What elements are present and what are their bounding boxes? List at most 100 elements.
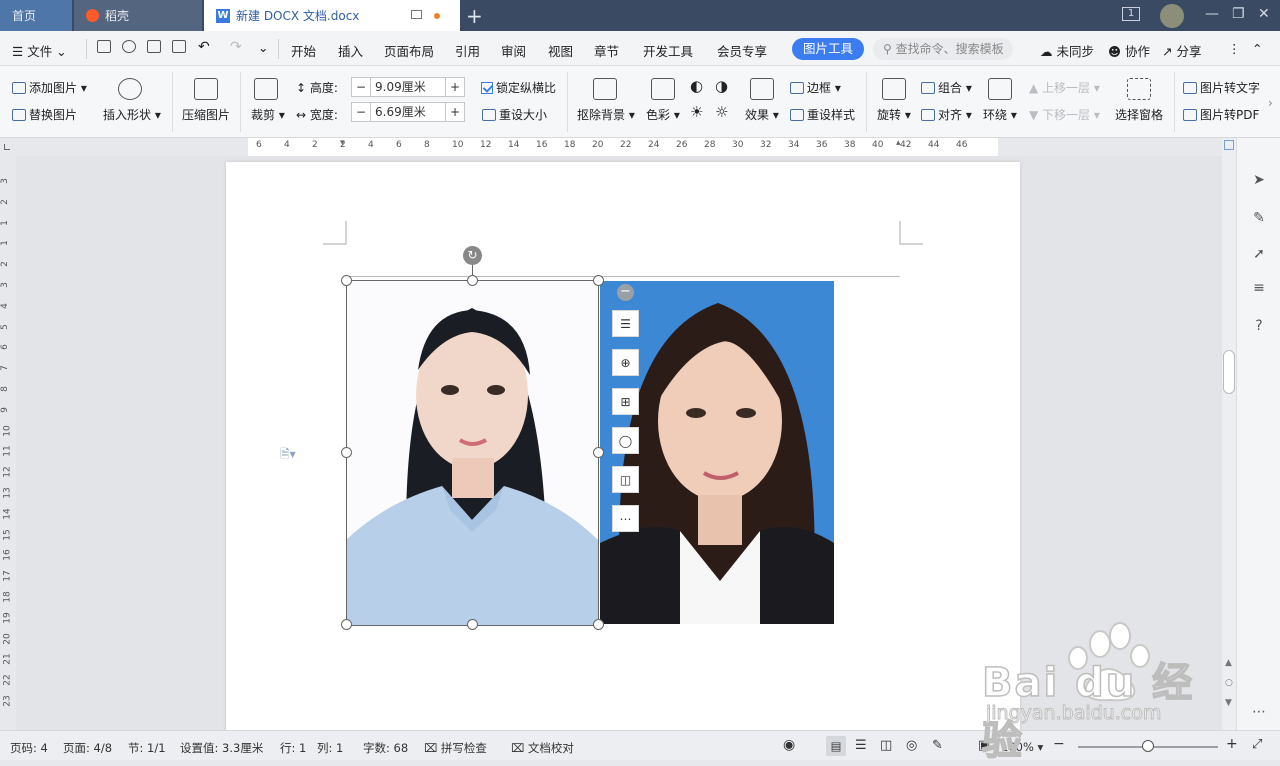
tab-document[interactable]: W 新建 DOCX 文档.docx [204, 0, 460, 31]
resize-handle-t[interactable] [467, 275, 478, 286]
status-section[interactable]: 节: 1/1 [128, 740, 166, 756]
compress-picture-button[interactable]: 压缩图片 [182, 106, 230, 123]
status-setting[interactable]: 设置值: 3.3厘米 [180, 740, 263, 756]
smart-suggest-icon[interactable]: ◯ [612, 427, 639, 454]
resize-handle-tr[interactable] [593, 275, 604, 286]
document-canvas[interactable]: 🗎▾ ↻ − ☰ ⊕ ⊞ ◯ ◫ ⋯ [16, 156, 1222, 730]
eye-protection-icon[interactable]: ◉ [783, 737, 795, 753]
indent-marker-icon[interactable]: ▾ [340, 138, 350, 156]
new-tab-icon[interactable]: + [466, 4, 483, 28]
replace-picture-button[interactable]: 替换图片 [12, 106, 77, 123]
menu-member[interactable]: 会员专享 [717, 41, 767, 60]
send-backward-button[interactable]: ▼ 下移一层 ▾ [1029, 106, 1100, 123]
rotate-button[interactable]: 旋转 ▾ [877, 106, 911, 123]
reset-size-button[interactable]: 重设大小 [482, 106, 547, 123]
width-decrease-button[interactable]: − [352, 105, 370, 119]
pic-to-text-button[interactable]: 图片转文字 [1183, 79, 1260, 96]
bring-forward-button[interactable]: ▲ 上移一层 ▾ [1029, 79, 1100, 96]
spell-check-button[interactable]: ⌧ 拼写检查 [424, 740, 487, 756]
customize-chevron-icon[interactable]: ⌄ [258, 40, 268, 55]
height-decrease-button[interactable]: − [352, 80, 370, 94]
width-input[interactable]: 6.69厘米 [370, 103, 446, 121]
sync-button[interactable]: ☁ 未同步 [1040, 41, 1094, 60]
horizontal-ruler[interactable]: 6 4 2 2 4 6 8 10 12 14 16 18 20 22 24 26 28 30 32 34 36 38 40 4… [0, 138, 1222, 156]
selection-pane-button[interactable]: 选择窗格 [1115, 106, 1163, 123]
tab-picture-tools[interactable]: 图片工具 [792, 38, 864, 60]
tab-daoke[interactable]: 稻壳 [74, 0, 202, 31]
status-page-code[interactable]: 页码: 4 [10, 740, 48, 756]
print-icon[interactable] [147, 40, 161, 53]
scroll-top-icon[interactable] [1224, 140, 1234, 150]
effects-button[interactable]: 效果 ▾ [745, 106, 779, 123]
page-view-icon[interactable]: ▤ [826, 736, 846, 756]
resize-handle-l[interactable] [341, 447, 352, 458]
minimize-icon[interactable]: — [1205, 6, 1219, 22]
pic-to-pdf-button[interactable]: 图片转PDF [1183, 106, 1259, 123]
web-view-icon[interactable]: ◎ [906, 738, 917, 753]
file-menu[interactable]: ☰ 文件 ⌄ [12, 41, 67, 60]
zoom-slider-thumb[interactable] [1142, 740, 1154, 752]
width-increase-button[interactable]: + [446, 105, 464, 119]
ribbon-scroll-right-icon[interactable]: › [1268, 96, 1273, 110]
color-button[interactable]: 色彩 ▾ [646, 106, 680, 123]
collab-button[interactable]: ☻ 协作 [1108, 41, 1150, 60]
resize-handle-br[interactable] [593, 619, 604, 630]
status-page[interactable]: 页面: 4/8 [63, 740, 112, 756]
crop-tool-icon[interactable]: ⊞ [612, 388, 639, 415]
status-words[interactable]: 字数: 68 [363, 740, 408, 756]
layout-options-icon[interactable]: ☰ [612, 310, 639, 337]
tab-stop-icon[interactable] [4, 144, 10, 150]
vertical-scrollbar[interactable]: ▲ ○ ▼ [1222, 138, 1236, 730]
menu-page-layout[interactable]: 页面布局 [384, 41, 434, 60]
decrease-contrast-icon[interactable]: ◑ [715, 77, 728, 95]
collapse-toolbar-icon[interactable]: − [617, 284, 634, 301]
menu-insert[interactable]: 插入 [338, 41, 363, 60]
scrollbar-thumb[interactable] [1223, 350, 1235, 394]
reset-style-button[interactable]: 重设样式 [790, 106, 855, 123]
format-painter-icon[interactable] [122, 40, 136, 53]
zoom-dropdown[interactable]: 100% ▾ [1001, 740, 1043, 754]
height-stepper[interactable]: −9.09厘米 + [351, 77, 465, 97]
more-icon[interactable]: ⋮ [1228, 41, 1241, 56]
width-stepper[interactable]: −6.69厘米 + [351, 102, 465, 122]
crop-button[interactable]: 裁剪 ▾ [251, 106, 285, 123]
insert-shape-button[interactable]: 插入形状 ▾ [103, 106, 161, 123]
help-icon[interactable]: ? [1251, 318, 1267, 334]
paragraph-options-icon[interactable]: 🗎▾ [280, 445, 296, 466]
height-increase-button[interactable]: + [446, 80, 464, 94]
resize-handle-bl[interactable] [341, 619, 352, 630]
wrap-button[interactable]: 环绕 ▾ [983, 106, 1017, 123]
doc-proof-button[interactable]: ⌧ 文档校对 [511, 740, 574, 756]
status-row[interactable]: 行: 1 [280, 740, 306, 756]
align-button[interactable]: 对齐 ▾ [921, 106, 972, 123]
save-icon[interactable] [97, 40, 111, 53]
sidebar-more-icon[interactable]: ⋯ [1251, 704, 1267, 720]
fit-page-icon[interactable]: ▣ [978, 738, 990, 753]
share-button[interactable]: ↗ 分享 [1162, 41, 1201, 60]
increase-contrast-icon[interactable]: ◐ [690, 77, 703, 95]
photo-white-background[interactable] [346, 280, 598, 625]
zoom-out-icon[interactable]: − [1053, 736, 1065, 752]
sliders-icon[interactable]: ≡ [1251, 280, 1267, 296]
write-view-icon[interactable]: ✎ [932, 738, 943, 753]
fullscreen-icon[interactable]: ⤢ [1252, 737, 1262, 752]
border-button[interactable]: 边框 ▾ [790, 79, 841, 96]
menu-developer[interactable]: 开发工具 [643, 41, 693, 60]
monitor-icon[interactable] [411, 10, 422, 19]
cursor-icon[interactable]: ➚ [1251, 246, 1267, 262]
menu-section[interactable]: 章节 [594, 41, 619, 60]
menu-view[interactable]: 视图 [548, 41, 573, 60]
image-convert-icon[interactable]: ◫ [612, 466, 639, 493]
zoom-in-icon[interactable]: + [1226, 736, 1238, 752]
reading-view-icon[interactable]: ◫ [880, 738, 892, 753]
resize-handle-b[interactable] [467, 619, 478, 630]
add-picture-button[interactable]: 添加图片 ▾ [12, 79, 87, 96]
increase-brightness-icon[interactable]: ☀ [690, 103, 703, 121]
command-search-input[interactable]: ⚲ 查找命令、搜索模板 [873, 38, 1013, 60]
redo-icon[interactable]: ↷ [230, 39, 242, 55]
height-input[interactable]: 9.09厘米 [370, 78, 446, 96]
pen-icon[interactable]: ✎ [1251, 210, 1267, 226]
group-button[interactable]: 组合 ▾ [921, 79, 972, 96]
menu-review[interactable]: 审阅 [501, 41, 526, 60]
tab-home[interactable]: 首页 [0, 0, 72, 31]
